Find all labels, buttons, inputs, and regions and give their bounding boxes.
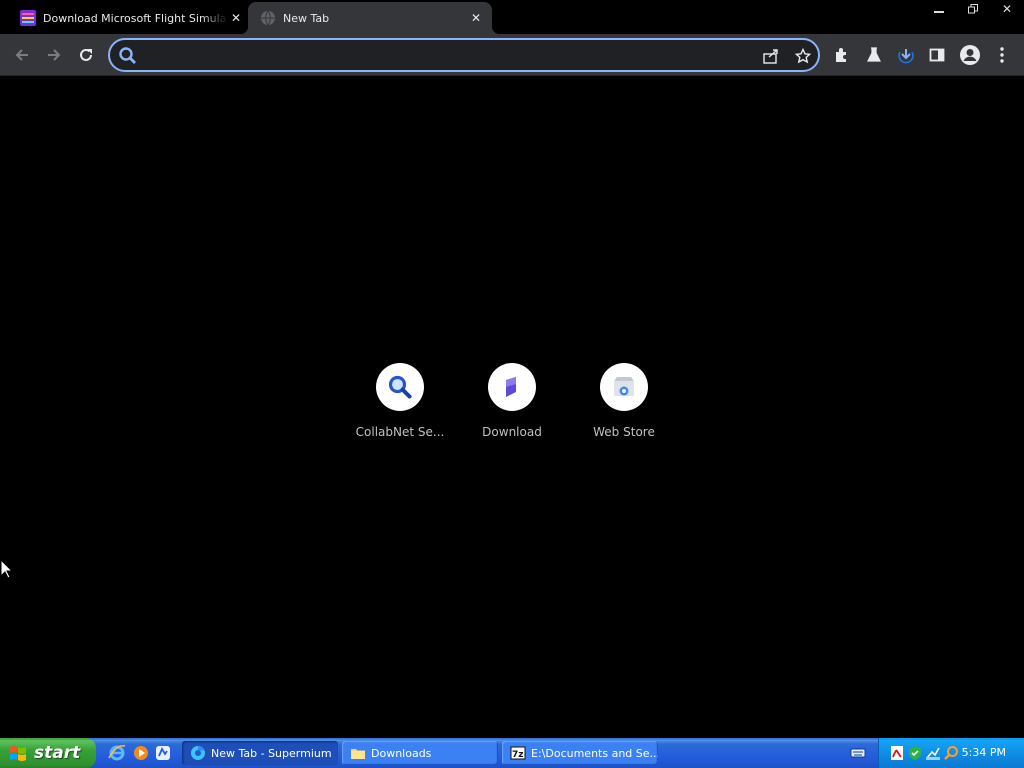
new-tab-page: CollabNet Se... Download Web Store	[0, 77, 1024, 738]
tab-flight-simulator[interactable]: Download Microsoft Flight Simulator ✕	[12, 2, 244, 34]
task-label: New Tab - Supermium	[211, 746, 332, 760]
desktop-screen: Download Microsoft Flight Simulator ✕ Ne…	[0, 0, 1024, 768]
magnifier-tray-icon[interactable]	[943, 745, 959, 761]
minimize-icon[interactable]	[922, 0, 956, 18]
browser-icon	[191, 746, 205, 760]
download-site-icon	[506, 377, 516, 397]
task-7zip-archive[interactable]: 7z E:\Documents and Se...	[502, 741, 658, 765]
mouse-pointer-icon	[0, 559, 12, 579]
menu-kebab-icon[interactable]	[986, 39, 1018, 71]
forward-arrow-icon[interactable]	[38, 39, 70, 71]
svg-text:7z: 7z	[512, 750, 524, 760]
task-new-tab-supermium[interactable]: New Tab - Supermium	[182, 741, 338, 765]
shortcut-label: Web Store	[593, 425, 655, 439]
extensions-puzzle-icon[interactable]	[826, 39, 858, 71]
keyboard-language-icon[interactable]	[850, 745, 866, 761]
back-arrow-icon[interactable]	[6, 39, 38, 71]
address-input[interactable]	[144, 46, 744, 64]
shortcut-icon-circle	[376, 363, 424, 411]
windows-flag-icon	[10, 746, 26, 761]
tab-new-tab[interactable]: New Tab ✕	[240, 2, 500, 34]
bookmark-star-icon[interactable]	[792, 45, 814, 67]
folder-icon	[351, 749, 365, 759]
labs-flask-icon[interactable]	[858, 39, 890, 71]
web-store-icon	[614, 377, 634, 396]
tab-strip: Download Microsoft Flight Simulator ✕ Ne…	[0, 0, 1024, 34]
task-downloads-folder[interactable]: Downloads	[342, 741, 498, 765]
window-close-icon[interactable]: ✕	[990, 0, 1024, 18]
side-panel-icon[interactable]	[921, 39, 953, 71]
window-controls: ✕	[922, 0, 1024, 18]
share-icon[interactable]	[760, 45, 782, 67]
shortcut-download[interactable]: Download	[456, 363, 568, 445]
media-player-icon[interactable]	[132, 744, 150, 762]
globe-icon	[261, 10, 275, 26]
search-icon	[119, 47, 136, 64]
internet-explorer-icon[interactable]	[108, 744, 126, 762]
7zip-icon: 7z	[510, 746, 526, 760]
taskbar-clock[interactable]: 5:34 PM	[962, 746, 1006, 759]
start-button[interactable]: start	[0, 738, 96, 768]
windows-taskbar: start New Tab - Supermium Downloads 7z E…	[0, 738, 1024, 768]
shortcut-icon-circle	[488, 363, 536, 411]
tab-close-icon[interactable]: ✕	[468, 10, 484, 26]
address-bar[interactable]	[108, 38, 820, 72]
network-icon[interactable]	[925, 745, 941, 761]
tab-title: Download Microsoft Flight Simulator	[43, 11, 228, 25]
system-tray: 5:34 PM	[878, 738, 1024, 768]
shortcut-collabnet[interactable]: CollabNet Se...	[344, 363, 456, 445]
pdf-reader-icon[interactable]	[889, 745, 905, 761]
task-label: E:\Documents and Se...	[531, 746, 658, 760]
magnifier-icon	[388, 375, 412, 399]
shortcut-label: Download	[482, 425, 542, 439]
download-progress-icon[interactable]	[890, 39, 922, 71]
shortcut-label: CollabNet Se...	[355, 425, 445, 439]
shortcut-web-store[interactable]: Web Store	[568, 363, 680, 445]
start-label: start	[34, 743, 81, 763]
task-label: Downloads	[371, 746, 432, 760]
app-favicon-icon	[20, 10, 36, 26]
messenger-icon[interactable]	[154, 744, 172, 762]
tab-close-icon[interactable]: ✕	[228, 10, 244, 26]
security-shield-icon[interactable]	[907, 745, 923, 761]
browser-toolbar	[0, 34, 1024, 76]
restore-icon[interactable]	[956, 0, 990, 18]
profile-avatar-icon[interactable]	[954, 39, 986, 71]
reload-icon[interactable]	[70, 39, 102, 71]
shortcut-icon-circle	[600, 363, 648, 411]
tab-title: New Tab	[283, 11, 330, 25]
